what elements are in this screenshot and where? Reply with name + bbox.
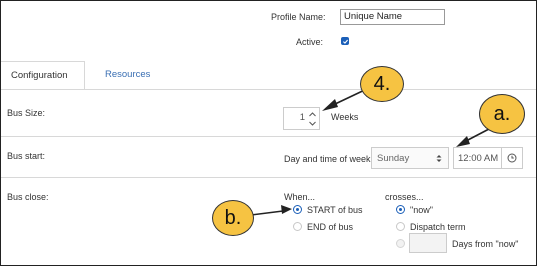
app-window: Profile Name: Unique Name Active: Config… (0, 0, 537, 266)
callout-b-label: b. (224, 206, 242, 229)
callout-a: a. (479, 94, 525, 134)
callout-a-label: a. (493, 102, 511, 125)
callout-4-label: 4. (373, 72, 391, 95)
callout-b: b. (212, 200, 254, 236)
callout-arrows (250, 86, 490, 216)
callout-4: 4. (360, 66, 404, 102)
